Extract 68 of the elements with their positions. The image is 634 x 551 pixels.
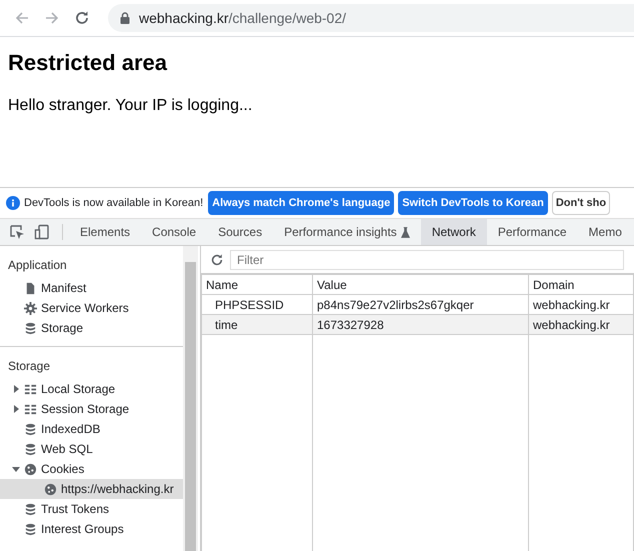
item-label: Interest Groups [41,522,124,536]
item-label: Service Workers [41,301,129,315]
sidebar-item[interactable]: Local Storage [0,379,183,399]
inspect-icon[interactable] [9,224,25,240]
url-text: webhacking.kr/challenge/web-02/ [139,10,346,26]
item-label: Trust Tokens [41,502,110,516]
sidebar-item[interactable]: Session Storage [0,399,183,419]
expanded-arrow-icon[interactable] [12,465,20,473]
grid-icon [24,382,37,396]
item-label: Local Storage [41,382,116,396]
devtools-tab[interactable]: Network [420,219,487,245]
info-icon [6,196,20,210]
infobar-button[interactable]: Switch DevTools to Korean [398,191,548,215]
table-cell: 1673327928 [312,314,528,334]
flask-icon [400,226,410,238]
filter-field[interactable]: Filter [230,250,624,270]
item-label: Session Storage [41,402,130,416]
sidebar-item[interactable]: https://webhacking.kr [0,479,183,499]
column-header[interactable]: Value [312,274,528,294]
scrollbar[interactable] [183,246,198,551]
cookie-icon [24,462,37,476]
address-bar[interactable]: webhacking.kr/challenge/web-02/ [108,4,634,32]
item-label: Manifest [41,281,86,295]
infobar-message: DevTools is now available in Korean! [24,197,204,209]
lock-icon [120,12,130,24]
devtools-tab[interactable]: Memo [578,219,633,245]
column-header[interactable]: Name [202,274,312,294]
sidebar-item[interactable]: Cookies [0,459,183,479]
item-label: Cookies [41,462,84,476]
devtools-tab[interactable]: Console [141,219,208,245]
refresh-icon[interactable] [210,252,224,266]
infobar-button[interactable]: Always match Chrome's language [208,191,394,215]
table-cell: webhacking.kr [528,314,634,334]
database-icon [24,442,37,456]
sidebar-item[interactable]: Web SQL [0,439,183,459]
collapsed-arrow-icon[interactable] [12,385,20,393]
table-cell: time [202,314,312,334]
page-message: Hello stranger. Your IP is logging... [8,97,254,115]
device-icon[interactable] [34,224,50,240]
sidebar-item[interactable]: Storage [0,318,183,338]
sidebar-item[interactable]: Interest Groups [0,519,183,539]
infobar-button[interactable]: Don't sho [552,191,610,215]
devtools-tab[interactable]: Elements [69,219,142,245]
section-title: Application [7,257,68,274]
item-label: IndexedDB [41,422,100,436]
sidebar-item[interactable]: Trust Tokens [0,499,183,519]
item-label: Web SQL [41,442,93,456]
sidebar-item[interactable]: Service Workers [0,298,183,318]
page-heading: Restricted area [8,50,168,76]
sidebar-item[interactable]: IndexedDB [0,419,183,439]
item-label: https://webhacking.kr [61,482,174,496]
database-icon [24,422,37,436]
item-label: Storage [41,321,84,335]
database-icon [24,322,37,334]
database-icon [24,522,37,536]
column-header[interactable]: Domain [528,274,634,294]
cookie-icon [44,482,57,496]
section-title: Storage [7,358,52,375]
devtools-tab[interactable]: Performance [486,219,578,245]
reload-icon[interactable] [74,10,90,26]
grid-icon [24,402,37,416]
devtools-tab[interactable]: Performance insights [273,219,421,245]
devtools-tab[interactable]: Sources [207,219,274,245]
file-icon [24,282,37,294]
database-icon [24,502,37,516]
sidebar-item[interactable]: Manifest [0,278,183,298]
collapsed-arrow-icon[interactable] [12,405,20,413]
gear-icon [24,302,37,314]
